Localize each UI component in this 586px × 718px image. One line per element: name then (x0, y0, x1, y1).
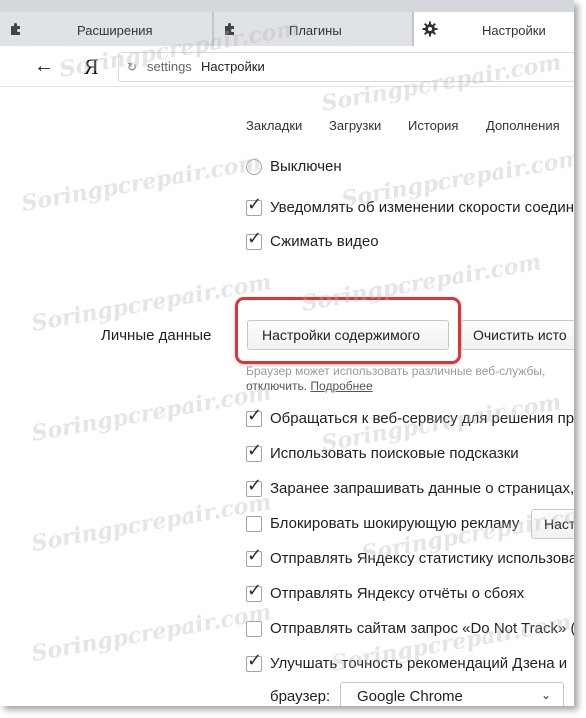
checkmark-icon: ✓ (247, 475, 263, 495)
checkmark-icon: ✓ (247, 545, 263, 565)
puzzle-icon (225, 23, 234, 35)
privacy-option-label: Улучшать точность рекомендаций Дзена и (270, 655, 568, 672)
privacy-option-label: Обращаться к веб-сервису для решения пр (270, 410, 574, 427)
puzzle-icon (11, 23, 20, 35)
settings-nav-addons[interactable]: Дополнения (486, 118, 560, 133)
checkmark-icon: ✓ (247, 440, 263, 460)
tab-label: Плагины (289, 23, 342, 38)
privacy-option-checkbox[interactable] (246, 516, 262, 532)
highlight-frame (235, 297, 461, 364)
privacy-option-checkbox[interactable]: ✓ (246, 441, 262, 462)
clear-history-button[interactable]: Очистить исто (461, 320, 574, 350)
compress-video-label: Сжимать видео (270, 233, 379, 250)
privacy-option-label: Отправлять Яндексу отчёты о сбоях (270, 585, 525, 602)
browser-select-value: Google Chrome (357, 688, 463, 705)
watermark: Soringpcrepair.com (19, 149, 264, 217)
url-path: settings (147, 59, 192, 74)
tab-label: Расширения (77, 23, 153, 38)
watermark: Soringpcrepair.com (29, 489, 274, 557)
yandex-logo[interactable]: Я (84, 54, 99, 80)
address-bar[interactable]: ↻ settings Настройки (118, 52, 574, 82)
reload-icon[interactable]: ↻ (127, 60, 137, 74)
watermark: Soringpcrepair.com (29, 379, 274, 447)
privacy-description: Браузер может использовать различные веб… (246, 364, 546, 378)
tab-extensions[interactable]: Расширения (0, 12, 212, 46)
url-page-title: Настройки (201, 59, 265, 74)
settings-nav-downloads[interactable]: Загрузки (329, 118, 381, 133)
privacy-option-label: Блокировать шокирующую рекламу (270, 515, 520, 532)
privacy-option-checkbox[interactable]: ✓ (246, 546, 262, 567)
privacy-option-checkbox[interactable]: ✓ (246, 651, 262, 672)
notify-speed-label: Уведомлять об изменении скорости соедин (270, 199, 574, 216)
privacy-option-label: Отправлять сайтам запрос «Do Not Track» … (270, 620, 574, 637)
browser-select[interactable]: Google Chrome ⌄ (340, 682, 564, 706)
back-arrow-icon[interactable]: ← (34, 56, 54, 76)
checkmark-icon: ✓ (247, 194, 263, 214)
settings-nav-bookmarks[interactable]: Закладки (246, 118, 302, 133)
radio-off-label: Выключен (270, 158, 342, 175)
browser-label: браузер: (270, 688, 331, 705)
privacy-option-checkbox[interactable] (246, 621, 262, 637)
compress-video-checkbox[interactable]: ✓ (246, 229, 262, 250)
radio-off[interactable] (246, 159, 262, 175)
checkmark-icon: ✓ (247, 650, 263, 670)
tab-plugins[interactable]: Плагины (214, 12, 412, 46)
tab-bar: Расширения Плагины Настройки (0, 0, 574, 46)
more-link[interactable]: Подробнее (310, 379, 372, 393)
browser-window: Расширения Плагины Настройки ← Я ↻ setti… (0, 0, 574, 706)
checkmark-icon: ✓ (247, 228, 263, 248)
settings-nav-history[interactable]: История (408, 118, 458, 133)
checkmark-icon: ✓ (247, 405, 263, 425)
description-tail: отключить. (246, 379, 308, 393)
privacy-option-checkbox[interactable]: ✓ (246, 581, 262, 602)
notify-speed-checkbox[interactable]: ✓ (246, 195, 262, 216)
privacy-section-label: Личные данные (101, 327, 212, 344)
privacy-option-label: Отправлять Яндексу статистику использова (270, 550, 574, 567)
privacy-option-label: Заранее запрашивать данные о страницах, (270, 480, 574, 497)
watermark: Soringpcrepair.com (29, 599, 274, 667)
privacy-option-checkbox[interactable]: ✓ (246, 406, 262, 427)
privacy-description-2: отключить. Подробнее (246, 379, 373, 393)
gear-icon (422, 21, 438, 37)
block-ads-settings-button[interactable]: Наст (531, 509, 574, 539)
toolbar: ← Я ↻ settings Настройки (0, 46, 574, 87)
tab-label: Настройки (482, 23, 546, 38)
privacy-option-checkbox[interactable]: ✓ (246, 476, 262, 497)
chevron-down-icon: ⌄ (540, 688, 551, 702)
checkmark-icon: ✓ (247, 580, 263, 600)
privacy-option-label: Использовать поисковые подсказки (270, 445, 519, 462)
tab-settings[interactable]: Настройки (414, 12, 574, 46)
